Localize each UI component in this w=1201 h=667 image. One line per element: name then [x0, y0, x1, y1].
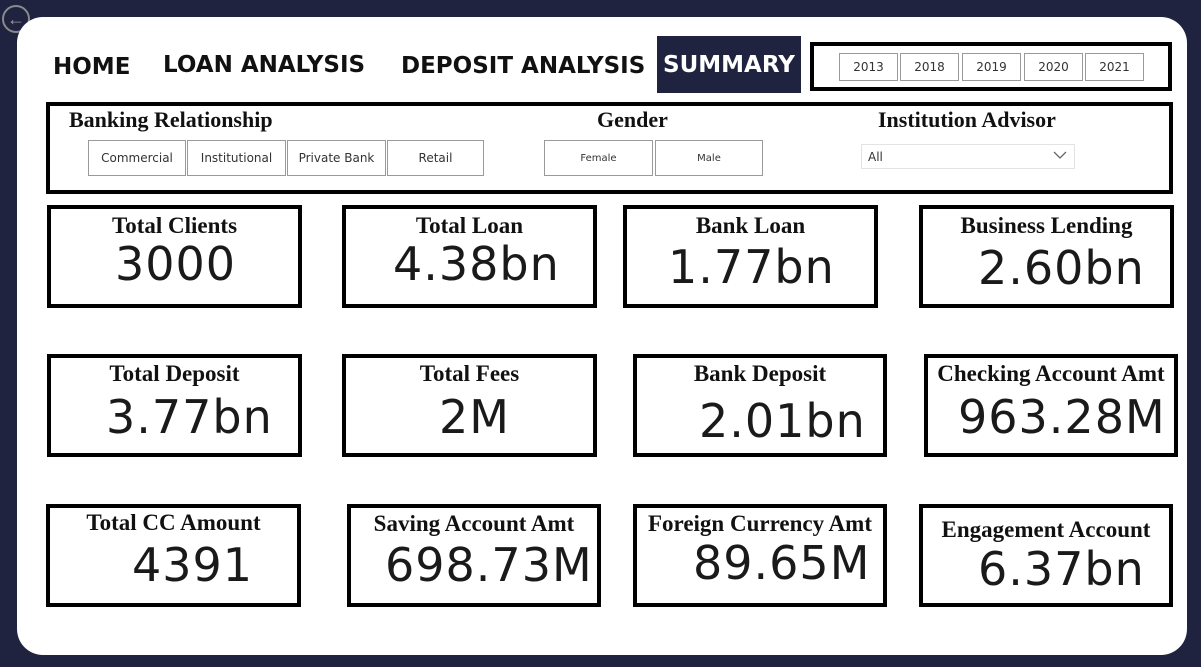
kpi-business-lending: Business Lending 2.60bn — [919, 205, 1174, 308]
kpi-title: Business Lending — [960, 213, 1133, 238]
year-button-2019[interactable]: 2019 — [962, 53, 1021, 81]
kpi-title: Engagement Account — [941, 517, 1151, 542]
kpi-value: 89.65M — [693, 536, 871, 590]
kpi-total-clients: Total Clients 3000 — [47, 205, 302, 308]
nav-deposit-analysis[interactable]: DEPOSIT ANALYSIS — [401, 53, 645, 79]
kpi-title: Bank Deposit — [693, 361, 827, 386]
nav-loan-analysis[interactable]: LOAN ANALYSIS — [163, 52, 365, 78]
institution-advisor-dropdown[interactable]: All — [861, 144, 1075, 169]
year-button-2018[interactable]: 2018 — [900, 53, 959, 81]
kpi-value: 3.77bn — [106, 390, 273, 444]
kpi-total-cc-amount: Total CC Amount 4391 — [46, 504, 301, 607]
kpi-value: 698.73M — [385, 538, 593, 592]
year-button-2013[interactable]: 2013 — [839, 53, 898, 81]
kpi-value: 2.01bn — [699, 394, 866, 448]
kpi-total-deposit: Total Deposit 3.77bn — [47, 354, 302, 457]
kpi-title: Total Loan — [415, 213, 524, 238]
chip-retail[interactable]: Retail — [387, 140, 484, 176]
chip-institutional[interactable]: Institutional — [187, 140, 286, 176]
chip-private-bank[interactable]: Private Bank — [287, 140, 386, 176]
institution-advisor-title: Institution Advisor — [878, 107, 1056, 132]
kpi-value: 3000 — [115, 237, 237, 291]
chip-female[interactable]: Female — [544, 140, 653, 176]
kpi-value: 4391 — [132, 538, 254, 592]
banking-relationship-title: Banking Relationship — [69, 107, 273, 132]
kpi-title: Saving Account Amt — [373, 511, 575, 536]
year-button-2020[interactable]: 2020 — [1024, 53, 1083, 81]
kpi-engagement-account: Engagement Account 6.37bn — [919, 504, 1173, 607]
kpi-value: 6.37bn — [978, 542, 1145, 596]
nav-summary[interactable]: SUMMARY — [657, 36, 801, 93]
kpi-value: 2M — [439, 390, 510, 444]
nav-home[interactable]: HOME — [53, 54, 130, 80]
kpi-value: 1.77bn — [668, 240, 835, 294]
kpi-total-loan: Total Loan 4.38bn — [342, 205, 597, 308]
kpi-title: Total CC Amount — [86, 510, 261, 535]
chip-male[interactable]: Male — [655, 140, 763, 176]
kpi-title: Total Deposit — [109, 361, 240, 386]
kpi-title: Total Fees — [419, 361, 520, 386]
kpi-title: Checking Account Amt — [937, 361, 1165, 386]
chevron-down-icon — [1052, 148, 1068, 165]
kpi-value: 2.60bn — [978, 241, 1145, 295]
gender-title: Gender — [597, 107, 668, 132]
year-button-2021[interactable]: 2021 — [1085, 53, 1144, 81]
kpi-title: Foreign Currency Amt — [647, 511, 872, 536]
kpi-value: 963.28M — [958, 390, 1166, 444]
kpi-bank-deposit: Bank Deposit 2.01bn — [633, 354, 887, 457]
kpi-value: 4.38bn — [393, 237, 560, 291]
kpi-foreign-currency-amt: Foreign Currency Amt 89.65M — [633, 504, 887, 607]
dropdown-value: All — [868, 150, 883, 164]
kpi-total-fees: Total Fees 2M — [342, 354, 597, 457]
kpi-title: Bank Loan — [695, 213, 806, 238]
kpi-bank-loan: Bank Loan 1.77bn — [623, 205, 878, 308]
kpi-checking-account-amt: Checking Account Amt 963.28M — [924, 354, 1178, 457]
chip-commercial[interactable]: Commercial — [88, 140, 186, 176]
kpi-saving-account-amt: Saving Account Amt 698.73M — [347, 504, 601, 607]
kpi-title: Total Clients — [111, 213, 238, 238]
